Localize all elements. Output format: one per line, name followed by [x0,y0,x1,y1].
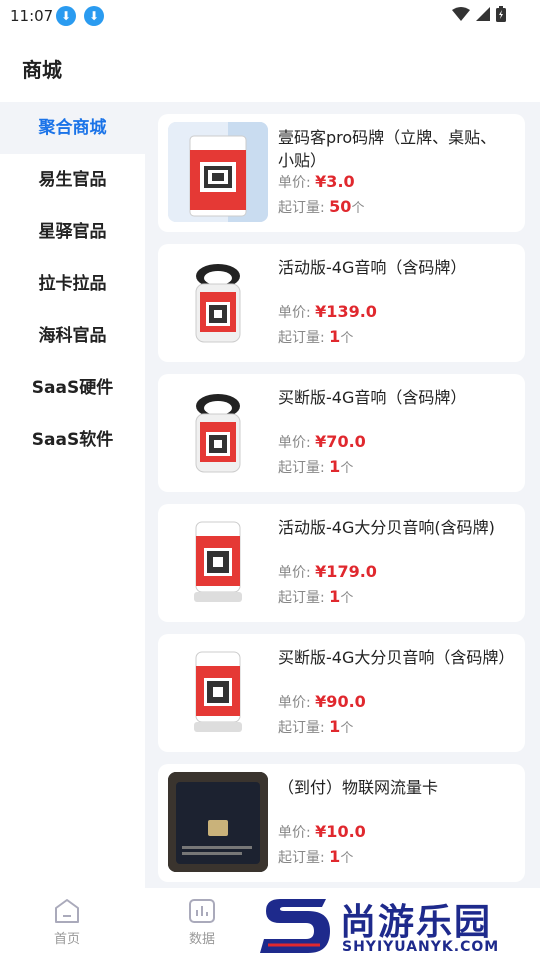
moq-label: 起订量: [278,590,325,606]
signal-icon [476,7,490,21]
product-image [168,122,268,222]
product-moq-row: 起订量: 50个 [278,197,364,217]
product-image [168,252,268,352]
watermark-url: SHYIYUANYK.COM [342,939,500,955]
product-moq-row: 起订量: 1个 [278,717,353,737]
product-card[interactable]: 壹码客pro码牌（立牌、桌贴、小贴） 单价: ¥3.0 起订量: 50个 [158,114,525,232]
status-icons [452,6,506,22]
product-moq-row: 起订量: 1个 [278,587,353,607]
product-price-row: 单价: ¥139.0 [278,302,377,322]
price-label: 单价: [278,435,311,451]
product-name: （到付）物联网流量卡 [278,778,439,797]
moq-label: 起订量: [278,330,325,346]
product-image [168,512,268,612]
download-icon: ⬇ [56,6,76,26]
product-moq-row: 起订量: 1个 [278,457,353,477]
product-price: ¥139.0 [315,302,377,321]
download-icon: ⬇ [84,6,104,26]
product-moq: 1 [329,327,341,346]
product-price-row: 单价: ¥70.0 [278,432,366,452]
price-label: 单价: [278,695,311,711]
sidebar-item-saas-hardware[interactable]: SaaS硬件 [0,362,145,414]
product-price: ¥90.0 [315,692,366,711]
price-label: 单价: [278,305,311,321]
product-price: ¥10.0 [315,822,366,841]
chart-icon [189,899,215,923]
sidebar-item-xingyi[interactable]: 星驿官品 [0,206,145,258]
unit-label: 个 [340,331,354,346]
unit-label: 个 [340,721,354,736]
product-card[interactable]: 买断版-4G大分贝音响（含码牌） 单价: ¥90.0 起订量: 1个 [158,634,525,752]
moq-label: 起订量: [278,850,325,866]
product-name: 买断版-4G音响（含码牌） [278,388,467,407]
product-price-row: 单价: ¥3.0 [278,172,355,192]
product-moq: 1 [329,457,341,476]
product-price: ¥70.0 [315,432,366,451]
tab-data-label: 数据 [188,932,215,947]
product-image [168,382,268,482]
product-moq: 1 [329,847,341,866]
sidebar-item-juhe[interactable]: 聚合商城 [0,102,145,154]
product-price: ¥3.0 [315,172,355,191]
product-name: 活动版-4G大分贝音响(含码牌) [278,518,495,537]
unit-label: 个 [340,851,354,866]
product-moq-row: 起订量: 1个 [278,327,353,347]
moq-label: 起订量: [278,460,325,476]
price-label: 单价: [278,175,311,191]
status-bar: 11:07 ⬇ ⬇ [0,0,540,32]
product-price-row: 单价: ¥179.0 [278,562,377,582]
wifi-icon [452,7,470,21]
product-card[interactable]: 买断版-4G音响（含码牌） 单价: ¥70.0 起订量: 1个 [158,374,525,492]
product-card[interactable]: 活动版-4G大分贝音响(含码牌) 单价: ¥179.0 起订量: 1个 [158,504,525,622]
tab-home-label: 首页 [53,932,80,947]
battery-icon [496,6,506,22]
watermark-title: 尚游乐园 [340,902,493,943]
price-label: 单价: [278,825,311,841]
unit-label: 个 [351,201,365,216]
product-moq: 50 [329,197,352,216]
watermark: 尚游乐园 SHYIYUANYK.COM [260,893,540,960]
unit-label: 个 [340,591,354,606]
product-list: 壹码客pro码牌（立牌、桌贴、小贴） 单价: ¥3.0 起订量: 50个 活动版… [145,102,540,888]
product-image [168,642,268,742]
home-icon [55,899,79,923]
product-price-row: 单价: ¥90.0 [278,692,366,712]
category-sidebar: 聚合商城 易生官品 星驿官品 拉卡拉品 海科官品 SaaS硬件 SaaS软件 [0,102,145,888]
tab-home[interactable]: 首页 [37,898,97,947]
price-label: 单价: [278,565,311,581]
product-moq: 1 [329,717,341,736]
status-time: 11:07 [10,7,54,25]
product-card[interactable]: 活动版-4G音响（含码牌） 单价: ¥139.0 起订量: 1个 [158,244,525,362]
product-name: 壹码客pro码牌（立牌、桌贴、小贴） [278,128,497,170]
product-moq: 1 [329,587,341,606]
product-moq-row: 起订量: 1个 [278,847,353,867]
moq-label: 起订量: [278,720,325,736]
sidebar-item-haike[interactable]: 海科官品 [0,310,145,362]
product-price: ¥179.0 [315,562,377,581]
moq-label: 起订量: [278,200,325,216]
sidebar-item-yisheng[interactable]: 易生官品 [0,154,145,206]
product-price-row: 单价: ¥10.0 [278,822,366,842]
unit-label: 个 [340,461,354,476]
product-card[interactable]: （到付）物联网流量卡 单价: ¥10.0 起订量: 1个 [158,764,525,882]
tab-data[interactable]: 数据 [172,898,232,947]
product-name: 活动版-4G音响（含码牌） [278,258,467,277]
product-image [168,772,268,872]
sidebar-item-lakala[interactable]: 拉卡拉品 [0,258,145,310]
product-name: 买断版-4G大分贝音响（含码牌） [278,648,515,667]
page-title: 商城 [22,58,62,82]
watermark-logo-icon [260,899,330,953]
sidebar-item-saas-software[interactable]: SaaS软件 [0,414,145,466]
